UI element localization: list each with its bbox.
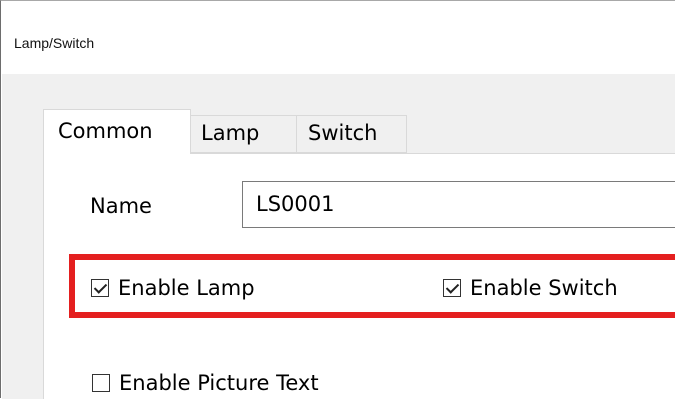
enable-lamp-checkbox[interactable]: Enable Lamp	[91, 275, 255, 301]
checkbox-checked-icon[interactable]	[443, 279, 461, 297]
tab-lamp-label: Lamp	[201, 121, 260, 145]
enable-picture-text-checkbox[interactable]: Enable Picture Text	[92, 370, 319, 396]
lamp-switch-dialog: Lamp/Switch Common Lamp Switch Name LS00…	[0, 0, 675, 399]
tab-lamp[interactable]: Lamp	[191, 115, 297, 153]
name-input-value: LS0001	[256, 192, 335, 216]
name-label: Name	[90, 194, 152, 218]
tab-switch[interactable]: Switch	[297, 115, 407, 153]
title-bar: Lamp/Switch	[2, 2, 675, 74]
checkbox-checked-icon[interactable]	[91, 279, 109, 297]
enable-picture-text-label: Enable Picture Text	[119, 371, 319, 395]
checkbox-unchecked-icon[interactable]	[92, 374, 110, 392]
name-input[interactable]: LS0001	[242, 181, 675, 228]
tab-switch-label: Switch	[308, 121, 378, 145]
dialog-title: Lamp/Switch	[14, 35, 95, 51]
tab-common-label: Common	[58, 119, 153, 143]
tab-common[interactable]: Common	[43, 109, 191, 154]
enable-switch-checkbox[interactable]: Enable Switch	[443, 275, 618, 301]
enable-switch-label: Enable Switch	[470, 276, 618, 300]
enable-lamp-label: Enable Lamp	[118, 276, 255, 300]
